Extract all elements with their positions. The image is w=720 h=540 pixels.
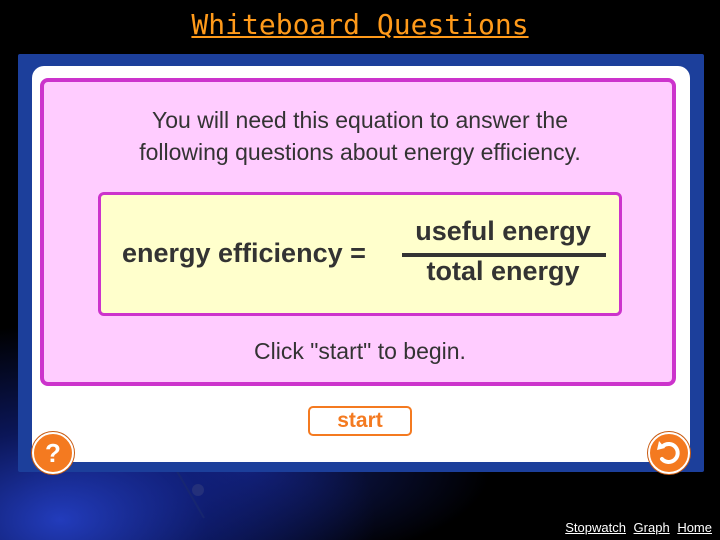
- return-arrow-icon: [657, 441, 680, 464]
- slide-title: Whiteboard Questions: [191, 8, 529, 41]
- background-dot: [192, 484, 204, 496]
- question-mark-icon: ?: [45, 438, 61, 468]
- back-button[interactable]: [648, 432, 690, 474]
- equation-lhs: energy efficiency =: [122, 238, 366, 268]
- footer-links: Stopwatch Graph Home: [561, 520, 712, 535]
- start-prompt: Click "start" to begin.: [254, 338, 466, 364]
- intro-line-2: following questions about energy efficie…: [139, 139, 581, 165]
- graph-link[interactable]: Graph: [634, 520, 670, 535]
- home-link[interactable]: Home: [677, 520, 712, 535]
- equation-numerator: useful energy: [415, 216, 591, 246]
- start-button[interactable]: start: [308, 406, 412, 436]
- intro-text: You will need this equation to answer th…: [44, 104, 676, 168]
- intro-line-1: You will need this equation to answer th…: [152, 107, 568, 133]
- equation-denominator: total energy: [426, 256, 580, 286]
- stopwatch-link[interactable]: Stopwatch: [565, 520, 626, 535]
- help-button[interactable]: ?: [32, 432, 74, 474]
